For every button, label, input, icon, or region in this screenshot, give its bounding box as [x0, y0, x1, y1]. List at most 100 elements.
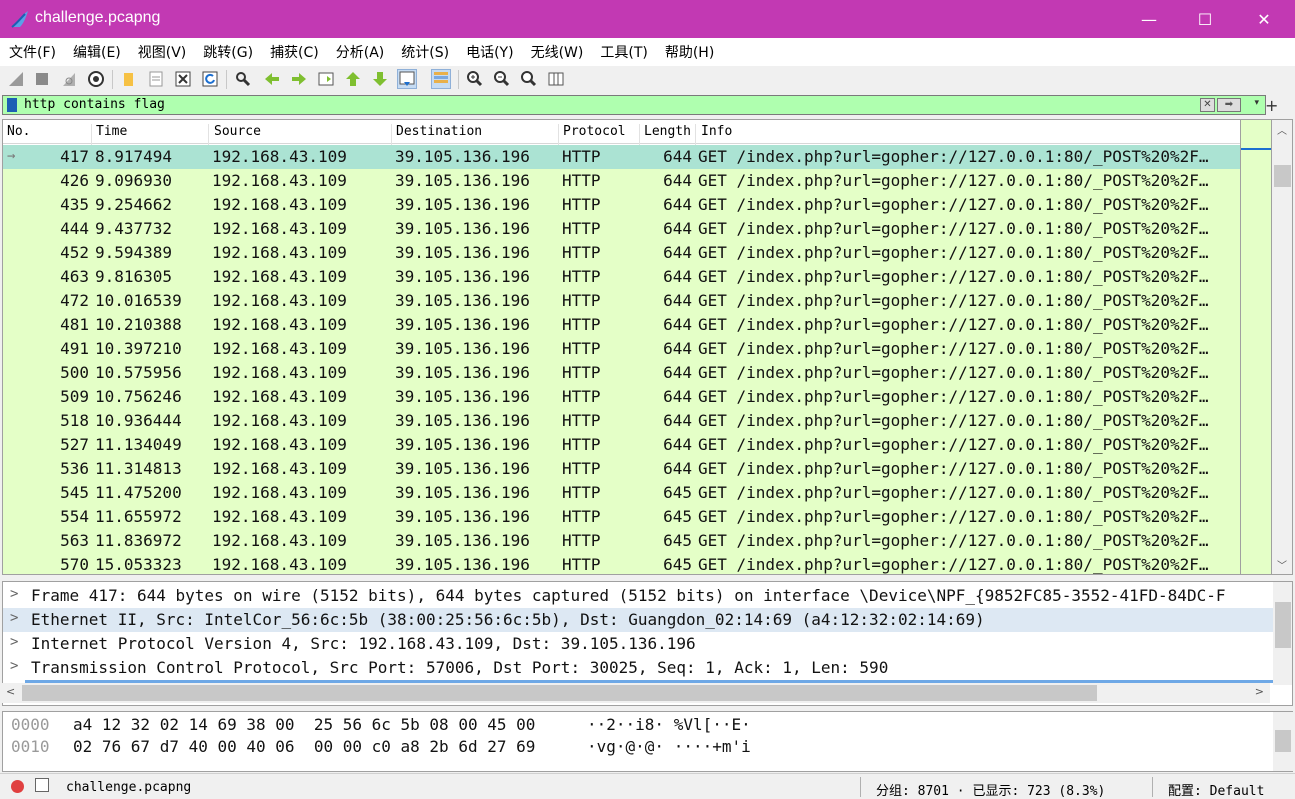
go-last-icon[interactable] [370, 69, 390, 89]
apply-filter-icon[interactable]: ➡ [1217, 98, 1241, 112]
scroll-up-icon[interactable]: ︿ [1277, 122, 1287, 137]
packet-row[interactable]: 509 10.756246 192.168.43.109 39.105.136.196… [3, 385, 1240, 409]
menu-statistics[interactable]: 统计(S) [401, 42, 449, 62]
packet-list-scrollbar[interactable]: ︿ ﹀ [1271, 119, 1293, 575]
packet-row[interactable]: 536 11.314813 192.168.43.109 39.105.136.196… [3, 457, 1240, 481]
column-destination[interactable]: Destination [396, 124, 482, 139]
comment-edit-icon[interactable] [35, 778, 49, 792]
packet-row[interactable]: 417 8.917494 192.168.43.109 39.105.136.196 H… [3, 145, 1240, 169]
packet-row[interactable]: 435 9.254662 192.168.43.109 39.105.136.196 H… [3, 193, 1240, 217]
packet-row[interactable]: 554 11.655972 192.168.43.109 39.105.136.196… [3, 505, 1240, 529]
bytes-scrollbar[interactable] [1273, 712, 1293, 771]
details-scrollbar[interactable] [1273, 582, 1292, 685]
expand-chevron-icon[interactable]: > [10, 634, 18, 650]
clear-filter-icon[interactable]: ✕ [1200, 98, 1215, 112]
go-back-icon[interactable] [262, 69, 282, 89]
go-to-packet-icon[interactable] [316, 69, 336, 89]
column-protocol[interactable]: Protocol [563, 124, 626, 139]
byte-ascii[interactable]: ··2··i8· %Vl[··E· [587, 715, 751, 734]
packet-row[interactable]: 463 9.816305 192.168.43.109 39.105.136.196 H… [3, 265, 1240, 289]
zoom-out-icon[interactable] [492, 69, 512, 89]
packet-row[interactable]: 563 11.836972 192.168.43.109 39.105.136.196… [3, 529, 1240, 553]
menu-help[interactable]: 帮助(H) [665, 42, 714, 62]
colorize-icon[interactable] [431, 69, 451, 89]
open-file-icon[interactable] [119, 69, 139, 89]
menu-edit[interactable]: 编辑(E) [73, 42, 121, 62]
packet-row[interactable]: 472 10.016539 192.168.43.109 39.105.136.196… [3, 289, 1240, 313]
auto-scroll-icon[interactable] [397, 69, 417, 89]
column-time[interactable]: Time [96, 124, 127, 139]
detail-row-frame[interactable]: > Frame 417: 644 bytes on wire (5152 bits… [3, 584, 1273, 608]
packet-no-cell: 563 [60, 531, 89, 550]
scroll-right-icon[interactable]: > [1255, 685, 1264, 698]
packet-row[interactable]: 518 10.936444 192.168.43.109 39.105.136.196… [3, 409, 1240, 433]
restart-capture-icon[interactable] [59, 69, 79, 89]
detail-row-ip[interactable]: > Internet Protocol Version 4, Src: 192.1… [3, 632, 1273, 656]
packet-row[interactable]: 491 10.397210 192.168.43.109 39.105.136.196… [3, 337, 1240, 361]
scroll-thumb[interactable] [1274, 165, 1291, 187]
minimize-button[interactable]: — [1125, 0, 1173, 38]
packet-row[interactable]: 481 10.210388 192.168.43.109 39.105.136.196… [3, 313, 1240, 337]
column-length[interactable]: Length [644, 124, 691, 139]
scroll-thumb[interactable] [22, 685, 1097, 701]
bookmark-icon[interactable] [7, 98, 17, 112]
packet-info-cell: GET /index.php?url=gopher://127.0.0.1:80… [698, 483, 1209, 502]
scroll-left-icon[interactable]: < [6, 685, 15, 698]
byte-ascii[interactable]: ·vg·@·@· ····+m'i [587, 737, 751, 756]
close-button[interactable]: ✕ [1240, 0, 1288, 38]
menu-go[interactable]: 跳转(G) [203, 42, 253, 62]
detail-row-ethernet[interactable]: > Ethernet II, Src: IntelCor_56:6c:5b (38… [3, 608, 1273, 632]
menu-tools[interactable]: 工具(T) [600, 42, 647, 62]
menu-analyze[interactable]: 分析(A) [336, 42, 385, 62]
expand-chevron-icon[interactable]: > [10, 610, 18, 626]
maximize-button[interactable]: ☐ [1181, 0, 1229, 38]
capture-options-icon[interactable] [86, 69, 106, 89]
stop-capture-icon[interactable] [32, 69, 52, 89]
menu-telephony[interactable]: 电话(Y) [466, 42, 513, 62]
packet-no-cell: 545 [60, 483, 89, 502]
detail-row-tcp[interactable]: > Transmission Control Protocol, Src Port… [3, 656, 1273, 680]
details-horizontal-scrollbar[interactable]: < > [2, 683, 1270, 703]
packet-proto-cell: HTTP [562, 363, 601, 382]
menu-capture[interactable]: 捕获(C) [270, 42, 319, 62]
resize-columns-icon[interactable] [546, 69, 566, 89]
byte-hex[interactable]: 02 76 67 d7 40 00 40 06 00 00 c0 a8 2b 6… [73, 737, 535, 756]
reload-file-icon[interactable] [200, 69, 220, 89]
expand-chevron-icon[interactable]: > [10, 586, 18, 602]
menu-wireless[interactable]: 无线(W) [531, 42, 584, 62]
scroll-down-icon[interactable]: ﹀ [1277, 557, 1287, 572]
capture-status-icon[interactable] [11, 780, 24, 793]
column-info[interactable]: Info [701, 124, 732, 139]
packet-src-cell: 192.168.43.109 [212, 147, 347, 166]
filter-history-dropdown-icon[interactable]: ▾ [1254, 98, 1259, 108]
zoom-reset-icon[interactable] [519, 69, 539, 89]
go-first-icon[interactable] [343, 69, 363, 89]
zoom-in-icon[interactable] [465, 69, 485, 89]
packet-info-cell: GET /index.php?url=gopher://127.0.0.1:80… [698, 459, 1209, 478]
add-filter-button[interactable]: + [1265, 96, 1278, 115]
byte-hex[interactable]: a4 12 32 02 14 69 38 00 25 56 6c 5b 08 0… [73, 715, 535, 734]
menu-view[interactable]: 视图(V) [138, 42, 187, 62]
column-source[interactable]: Source [214, 124, 261, 139]
start-capture-icon[interactable] [6, 69, 26, 89]
column-no[interactable]: No. [7, 124, 30, 139]
packet-row[interactable]: 527 11.134049 192.168.43.109 39.105.136.196… [3, 433, 1240, 457]
close-file-icon[interactable] [173, 69, 193, 89]
packet-row[interactable]: 545 11.475200 192.168.43.109 39.105.136.196… [3, 481, 1240, 505]
scroll-thumb[interactable] [1275, 602, 1291, 648]
scroll-thumb[interactable] [1275, 730, 1291, 752]
packet-row[interactable]: 500 10.575956 192.168.43.109 39.105.136.196… [3, 361, 1240, 385]
find-packet-icon[interactable] [233, 69, 253, 89]
menu-file[interactable]: 文件(F) [9, 42, 56, 62]
packet-row[interactable]: 570 15.053323 192.168.43.109 39.105.136.196… [3, 553, 1240, 574]
packet-row[interactable]: 444 9.437732 192.168.43.109 39.105.136.196 H… [3, 217, 1240, 241]
packet-row[interactable]: 426 9.096930 192.168.43.109 39.105.136.196 H… [3, 169, 1240, 193]
go-forward-icon[interactable] [289, 69, 309, 89]
packet-minimap[interactable] [1241, 119, 1271, 575]
packet-no-cell: 509 [60, 387, 89, 406]
status-profile[interactable]: 配置: Default [1168, 780, 1264, 799]
display-filter-input[interactable]: http contains flag [24, 97, 165, 112]
expand-chevron-icon[interactable]: > [10, 658, 18, 674]
packet-row[interactable]: 452 9.594389 192.168.43.109 39.105.136.196 H… [3, 241, 1240, 265]
save-file-icon[interactable] [146, 69, 166, 89]
